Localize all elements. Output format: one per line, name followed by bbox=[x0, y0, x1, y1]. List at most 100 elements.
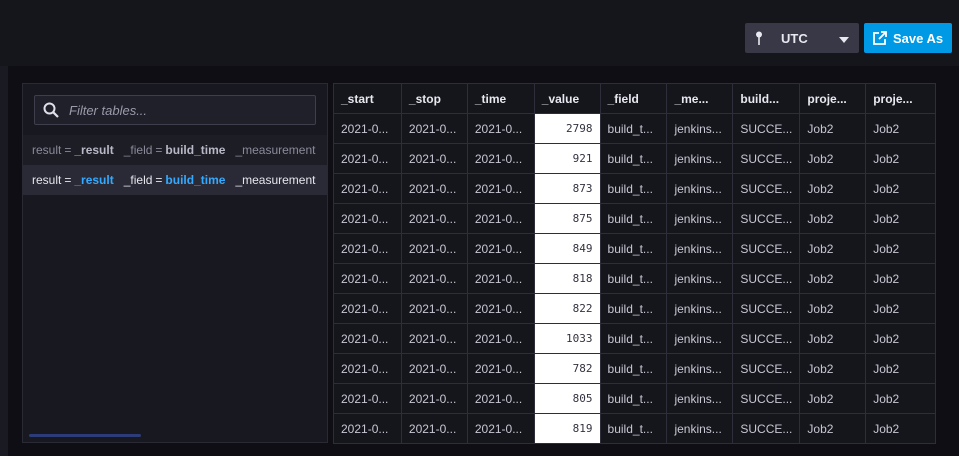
column-header[interactable]: _stop bbox=[400, 83, 468, 114]
filter-tables-field[interactable] bbox=[34, 95, 316, 125]
table-header-row: _start _stop _time _value _field _me... … bbox=[333, 83, 936, 114]
table-cell: jenkins... bbox=[666, 383, 734, 414]
horizontal-scrollbar[interactable] bbox=[29, 434, 141, 437]
search-icon bbox=[43, 102, 59, 118]
table-cell: 2021-0... bbox=[400, 323, 468, 354]
table-cell: 2021-0... bbox=[333, 323, 402, 354]
value-cell: 873 bbox=[533, 173, 601, 204]
table-cell: Job2 bbox=[865, 113, 936, 144]
table-cell: SUCCE... bbox=[732, 293, 801, 324]
table-cell: build_t... bbox=[599, 353, 668, 384]
table-cell: Job2 bbox=[799, 113, 867, 144]
export-icon bbox=[872, 30, 887, 46]
table-cell: 2021-0... bbox=[400, 113, 468, 144]
table-list-item[interactable]: result = _result _field = build_time _me… bbox=[23, 135, 327, 165]
field-key: _field bbox=[123, 173, 153, 187]
table-row: 2021-0... 2021-0... 2021-0... 849 build_t...… bbox=[333, 233, 936, 264]
table-row: 2021-0... 2021-0... 2021-0... 819 build_t...… bbox=[333, 413, 936, 444]
table-cell: jenkins... bbox=[666, 263, 734, 294]
table-cell: 2021-0... bbox=[466, 323, 535, 354]
result-value: _result bbox=[74, 173, 114, 187]
column-header[interactable]: proje... bbox=[865, 83, 936, 114]
table-row: 2021-0... 2021-0... 2021-0... 1033 build_t..… bbox=[333, 323, 936, 354]
equals-sign: = bbox=[64, 143, 72, 157]
table-cell: Job2 bbox=[865, 383, 936, 414]
raw-data-table: _start _stop _time _value _field _me... … bbox=[333, 83, 936, 444]
table-cell: Job2 bbox=[865, 203, 936, 234]
table-cell: 2021-0... bbox=[400, 143, 468, 174]
table-cell: SUCCE... bbox=[732, 233, 801, 264]
table-cell: 2021-0... bbox=[333, 113, 402, 144]
value-cell: 819 bbox=[533, 413, 601, 444]
result-key: result bbox=[32, 173, 62, 187]
table-cell: build_t... bbox=[599, 413, 668, 444]
table-row: 2021-0... 2021-0... 2021-0... 805 build_t...… bbox=[333, 383, 936, 414]
table-cell: 2021-0... bbox=[466, 413, 535, 444]
save-as-button[interactable]: Save As bbox=[864, 23, 952, 53]
timezone-dropdown[interactable]: UTC bbox=[745, 23, 859, 53]
table-cell: build_t... bbox=[599, 383, 668, 414]
table-cell: Job2 bbox=[865, 293, 936, 324]
value-cell: 822 bbox=[533, 293, 601, 324]
table-cell: SUCCE... bbox=[732, 323, 801, 354]
value-cell: 921 bbox=[533, 143, 601, 174]
table-cell: 2021-0... bbox=[333, 203, 402, 234]
table-cell: 2021-0... bbox=[400, 353, 468, 384]
column-header[interactable]: _start bbox=[333, 83, 402, 114]
table-cell: build_t... bbox=[599, 293, 668, 324]
table-cell: Job2 bbox=[799, 263, 867, 294]
table-list-item-selected[interactable]: result = _result _field = build_time _me… bbox=[23, 165, 327, 195]
table-cell: 2021-0... bbox=[400, 263, 468, 294]
table-cell: SUCCE... bbox=[732, 173, 801, 204]
table-cell: 2021-0... bbox=[466, 293, 535, 324]
table-cell: Job2 bbox=[799, 203, 867, 234]
table-cell: SUCCE... bbox=[732, 203, 801, 234]
table-cell: Job2 bbox=[865, 233, 936, 264]
table-cell: 2021-0... bbox=[466, 353, 535, 384]
table-cell: jenkins... bbox=[666, 293, 734, 324]
field-key: _field bbox=[123, 143, 153, 157]
table-cell: SUCCE... bbox=[732, 383, 801, 414]
table-cell: build_t... bbox=[599, 203, 668, 234]
table-row: 2021-0... 2021-0... 2021-0... 822 build_t...… bbox=[333, 293, 936, 324]
table-cell: Job2 bbox=[799, 143, 867, 174]
table-cell: 2021-0... bbox=[400, 383, 468, 414]
table-cell: Job2 bbox=[799, 353, 867, 384]
table-row: 2021-0... 2021-0... 2021-0... 873 build_t...… bbox=[333, 173, 936, 204]
table-cell: 2021-0... bbox=[333, 233, 402, 264]
table-cell: 2021-0... bbox=[466, 263, 535, 294]
column-header[interactable]: proje... bbox=[799, 83, 867, 114]
result-key: result bbox=[32, 143, 62, 157]
table-cell: Job2 bbox=[865, 263, 936, 294]
column-header[interactable]: _time bbox=[466, 83, 535, 114]
table-cell: jenkins... bbox=[666, 233, 734, 264]
result-value: _result bbox=[74, 143, 114, 157]
table-body: 2021-0... 2021-0... 2021-0... 2798 build_t..… bbox=[333, 113, 936, 444]
column-header[interactable]: _field bbox=[599, 83, 668, 114]
measurement-key: _measurement bbox=[235, 173, 316, 187]
pin-icon bbox=[755, 31, 763, 45]
filter-tables-input[interactable] bbox=[67, 101, 311, 119]
table-cell: jenkins... bbox=[666, 413, 734, 444]
table-cell: jenkins... bbox=[666, 203, 734, 234]
table-cell: 2021-0... bbox=[466, 173, 535, 204]
table-cell: 2021-0... bbox=[400, 293, 468, 324]
table-cell: Job2 bbox=[865, 173, 936, 204]
column-header[interactable]: _me... bbox=[666, 83, 734, 114]
column-header[interactable]: _value bbox=[533, 83, 601, 114]
table-cell: build_t... bbox=[599, 173, 668, 204]
table-cell: 2021-0... bbox=[333, 143, 402, 174]
table-row: 2021-0... 2021-0... 2021-0... 818 build_t...… bbox=[333, 263, 936, 294]
table-cell: Job2 bbox=[799, 413, 867, 444]
table-cell: 2021-0... bbox=[400, 173, 468, 204]
column-header[interactable]: build... bbox=[732, 83, 801, 114]
save-as-label: Save As bbox=[893, 30, 944, 46]
table-cell: 2021-0... bbox=[466, 143, 535, 174]
table-cell: 2021-0... bbox=[333, 413, 402, 444]
measurement-key: _measurement bbox=[235, 143, 316, 157]
table-row: 2021-0... 2021-0... 2021-0... 875 build_t...… bbox=[333, 203, 936, 234]
table-cell: 2021-0... bbox=[333, 293, 402, 324]
top-toolbar: UTC Save As bbox=[0, 0, 959, 66]
table-cell: Job2 bbox=[865, 143, 936, 174]
table-cell: Job2 bbox=[799, 383, 867, 414]
